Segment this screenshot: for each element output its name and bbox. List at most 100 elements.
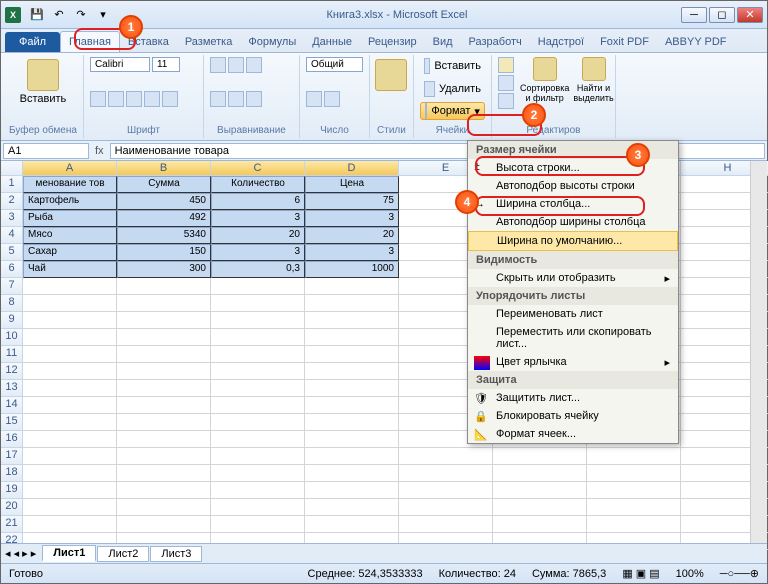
- cell-D14[interactable]: [305, 397, 399, 414]
- cell-B15[interactable]: [117, 414, 211, 431]
- cell-C19[interactable]: [211, 482, 305, 499]
- cell-C1[interactable]: Количество: [211, 176, 305, 193]
- cell-B19[interactable]: [117, 482, 211, 499]
- cell-F20[interactable]: [493, 499, 587, 516]
- cell-G20[interactable]: [587, 499, 681, 516]
- cell-E18[interactable]: [399, 465, 493, 482]
- cell-B14[interactable]: [117, 397, 211, 414]
- row-header-10[interactable]: 10: [1, 329, 23, 346]
- cell-A1[interactable]: менование тов: [23, 176, 117, 193]
- cell-B18[interactable]: [117, 465, 211, 482]
- cell-B16[interactable]: [117, 431, 211, 448]
- dd-lock-cell[interactable]: 🔒Блокировать ячейку: [468, 407, 678, 425]
- cell-A19[interactable]: [23, 482, 117, 499]
- align-left-icon[interactable]: [210, 91, 226, 107]
- cell-B8[interactable]: [117, 295, 211, 312]
- cell-B20[interactable]: [117, 499, 211, 516]
- delete-cells-button[interactable]: Удалить: [420, 80, 485, 98]
- cell-D17[interactable]: [305, 448, 399, 465]
- row-header-11[interactable]: 11: [1, 346, 23, 363]
- cell-D15[interactable]: [305, 414, 399, 431]
- cell-A12[interactable]: [23, 363, 117, 380]
- cell-B21[interactable]: [117, 516, 211, 533]
- cell-B2[interactable]: 450: [117, 193, 211, 210]
- dd-tab-color[interactable]: Цвет ярлычка▸: [468, 353, 678, 371]
- row-header-2[interactable]: 2: [1, 193, 23, 210]
- cell-C8[interactable]: [211, 295, 305, 312]
- cell-B3[interactable]: 492: [117, 210, 211, 227]
- tab-data[interactable]: Данные: [304, 32, 360, 52]
- cell-C14[interactable]: [211, 397, 305, 414]
- row-header-13[interactable]: 13: [1, 380, 23, 397]
- cell-D7[interactable]: [305, 278, 399, 295]
- dd-autofit-row[interactable]: Автоподбор высоты строки: [468, 177, 678, 195]
- cell-C16[interactable]: [211, 431, 305, 448]
- cell-C21[interactable]: [211, 516, 305, 533]
- cell-A3[interactable]: Рыба: [23, 210, 117, 227]
- cell-E17[interactable]: [399, 448, 493, 465]
- row-header-6[interactable]: 6: [1, 261, 23, 278]
- row-header-3[interactable]: 3: [1, 210, 23, 227]
- row-header-5[interactable]: 5: [1, 244, 23, 261]
- sort-filter-button[interactable]: Сортировка и фильтр: [518, 57, 571, 109]
- cell-D11[interactable]: [305, 346, 399, 363]
- cell-A8[interactable]: [23, 295, 117, 312]
- cell-B12[interactable]: [117, 363, 211, 380]
- row-header-18[interactable]: 18: [1, 465, 23, 482]
- cell-D18[interactable]: [305, 465, 399, 482]
- cell-A4[interactable]: Мясо: [23, 227, 117, 244]
- cell-C10[interactable]: [211, 329, 305, 346]
- col-header-B[interactable]: B: [117, 161, 211, 176]
- align-top-icon[interactable]: [210, 57, 226, 73]
- cell-C18[interactable]: [211, 465, 305, 482]
- insert-cells-button[interactable]: Вставить: [420, 57, 485, 75]
- font-selector[interactable]: Calibri: [90, 57, 150, 72]
- cell-D4[interactable]: 20: [305, 227, 399, 244]
- cell-A2[interactable]: Картофель: [23, 193, 117, 210]
- underline-icon[interactable]: [126, 91, 142, 107]
- col-header-A[interactable]: A: [23, 161, 117, 176]
- cell-A7[interactable]: [23, 278, 117, 295]
- name-box[interactable]: A1: [3, 143, 89, 159]
- cell-A5[interactable]: Сахар: [23, 244, 117, 261]
- close-button[interactable]: ✕: [737, 7, 763, 23]
- percent-icon[interactable]: [324, 91, 340, 107]
- minimize-button[interactable]: ─: [681, 7, 707, 23]
- cell-C12[interactable]: [211, 363, 305, 380]
- cell-D13[interactable]: [305, 380, 399, 397]
- cell-A15[interactable]: [23, 414, 117, 431]
- cell-B4[interactable]: 5340: [117, 227, 211, 244]
- tab-view[interactable]: Вид: [425, 32, 461, 52]
- cell-C13[interactable]: [211, 380, 305, 397]
- cell-A18[interactable]: [23, 465, 117, 482]
- cell-F18[interactable]: [493, 465, 587, 482]
- paste-button[interactable]: Вставить: [9, 57, 77, 107]
- cell-B5[interactable]: 150: [117, 244, 211, 261]
- dd-format-cells[interactable]: 📐Формат ячеек...: [468, 425, 678, 443]
- cell-C7[interactable]: [211, 278, 305, 295]
- dd-default-width[interactable]: Ширина по умолчанию...: [468, 231, 678, 251]
- col-header-C[interactable]: C: [211, 161, 305, 176]
- zoom-slider[interactable]: ─○──⊕: [720, 567, 759, 580]
- number-format-selector[interactable]: Общий: [306, 57, 363, 72]
- cell-F21[interactable]: [493, 516, 587, 533]
- tab-developer[interactable]: Разработч: [461, 32, 530, 52]
- dd-move-copy[interactable]: Переместить или скопировать лист...: [468, 323, 678, 353]
- cell-G17[interactable]: [587, 448, 681, 465]
- cell-D5[interactable]: 3: [305, 244, 399, 261]
- cell-F17[interactable]: [493, 448, 587, 465]
- tab-foxit[interactable]: Foxit PDF: [592, 32, 657, 52]
- align-bottom-icon[interactable]: [246, 57, 262, 73]
- cell-E21[interactable]: [399, 516, 493, 533]
- cell-A21[interactable]: [23, 516, 117, 533]
- cell-D8[interactable]: [305, 295, 399, 312]
- row-header-12[interactable]: 12: [1, 363, 23, 380]
- cell-D20[interactable]: [305, 499, 399, 516]
- tab-layout[interactable]: Разметка: [177, 32, 241, 52]
- row-header-15[interactable]: 15: [1, 414, 23, 431]
- row-header-8[interactable]: 8: [1, 295, 23, 312]
- cell-A10[interactable]: [23, 329, 117, 346]
- cell-G19[interactable]: [587, 482, 681, 499]
- row-header-9[interactable]: 9: [1, 312, 23, 329]
- cell-A14[interactable]: [23, 397, 117, 414]
